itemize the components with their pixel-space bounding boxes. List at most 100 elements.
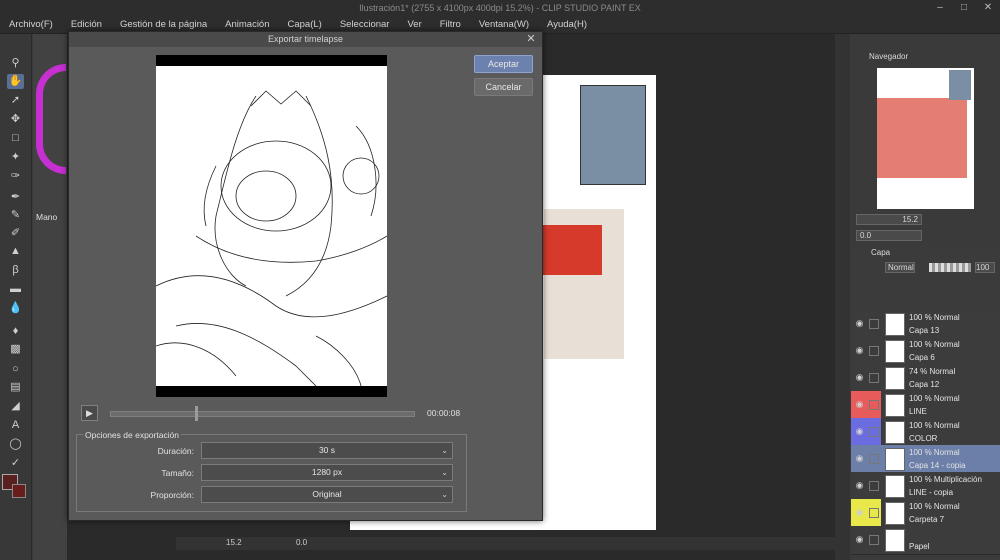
ratio-select[interactable]: Original ⌄ xyxy=(201,486,453,503)
airbrush-tool-icon[interactable]: ▲ xyxy=(7,244,24,259)
layer-lock-checkbox[interactable] xyxy=(869,535,879,545)
layer-row[interactable]: ◉ 100 % Normal Capa 6 xyxy=(851,337,1000,366)
layer-tab[interactable]: Capa xyxy=(871,248,901,258)
layer-row[interactable]: ◉ 100 % Normal Capa 13 xyxy=(851,310,1000,339)
layer-lock-checkbox[interactable] xyxy=(869,427,879,437)
frame-tool-icon[interactable]: ▤ xyxy=(7,380,24,395)
layer-lock-checkbox[interactable] xyxy=(869,508,879,518)
eye-icon[interactable]: ◉ xyxy=(854,534,865,545)
layer-lock-checkbox[interactable] xyxy=(869,400,879,410)
brush-tool-icon[interactable]: ✐ xyxy=(7,226,24,241)
chevron-down-icon: ⌄ xyxy=(441,468,448,477)
layer-thumbnail xyxy=(885,529,905,552)
maximize-icon[interactable]: □ xyxy=(952,0,976,16)
opacity-field[interactable]: 100 xyxy=(975,262,995,273)
layer-thumbnail xyxy=(885,421,905,444)
layer-row[interactable]: ◉ Papel xyxy=(851,526,1000,555)
tool-palette: ⚲ ✋ ➚ ✥ □ ✦ ✑ ✒ ✎ ✐ ▲ β ▬ 💧 ♦ ▩ ○ ▤ ◢ A … xyxy=(0,34,32,560)
cancel-button[interactable]: Cancelar xyxy=(474,78,533,96)
auto-select-tool-icon[interactable]: ✦ xyxy=(7,150,24,165)
eye-icon[interactable]: ◉ xyxy=(854,318,865,329)
status-zoom[interactable]: 15.2 xyxy=(226,538,242,547)
gradient-tool-icon[interactable]: ▩ xyxy=(7,342,24,357)
hand-tool-icon[interactable]: ✋ xyxy=(7,74,24,89)
layer-lock-checkbox[interactable] xyxy=(869,346,879,356)
dialog-close-icon[interactable]: ✕ xyxy=(524,32,538,47)
ratio-value: Original xyxy=(312,489,342,499)
opacity-slider[interactable] xyxy=(929,263,971,272)
timelapse-preview xyxy=(156,55,387,397)
blend-mode-select[interactable]: Normal xyxy=(885,262,915,273)
balloon-tool-icon[interactable]: ◯ xyxy=(7,437,24,452)
layer-mode: 100 % Normal xyxy=(909,394,960,403)
layer-name: Carpeta 7 xyxy=(909,515,945,524)
sub-color-swatch[interactable] xyxy=(12,484,26,498)
layer-lock-checkbox[interactable] xyxy=(869,373,879,383)
eye-icon[interactable]: ◉ xyxy=(854,507,865,518)
layer-row[interactable]: ◉ 74 % Normal Capa 12 xyxy=(851,364,1000,393)
layer-lock-checkbox[interactable] xyxy=(869,481,879,491)
eyedropper-tool-icon[interactable]: ✑ xyxy=(7,169,24,184)
close-window-icon[interactable]: ✕ xyxy=(976,0,1000,16)
canvas-status-bar: 15.2 0.0 xyxy=(176,537,836,550)
fill-tool-icon[interactable]: ♦ xyxy=(7,324,24,339)
move-tool-icon[interactable]: ✥ xyxy=(7,112,24,127)
color-wheel[interactable] xyxy=(36,64,66,174)
layer-name: Capa 13 xyxy=(909,326,940,335)
layer-row[interactable]: ◉ 100 % Multiplicación LINE - copia xyxy=(851,472,1000,501)
eye-icon[interactable]: ◉ xyxy=(854,453,865,464)
status-angle[interactable]: 0.0 xyxy=(296,538,307,547)
eraser-tool-icon[interactable]: ▬ xyxy=(7,282,24,297)
menu-capa[interactable]: Capa(L) xyxy=(279,19,331,30)
panel-divider[interactable] xyxy=(835,34,850,560)
layer-lock-checkbox[interactable] xyxy=(869,454,879,464)
menu-gestion-pagina[interactable]: Gestión de la página xyxy=(111,19,216,30)
menu-ventana[interactable]: Ventana(W) xyxy=(470,19,538,30)
menu-animacion[interactable]: Animación xyxy=(216,19,278,30)
duration-select[interactable]: 30 s ⌄ xyxy=(201,442,453,459)
layer-row[interactable]: ◉ 100 % Normal Capa 14 - copia xyxy=(851,445,1000,474)
ok-button[interactable]: Aceptar xyxy=(474,55,533,73)
blend-tool-icon[interactable]: 💧 xyxy=(7,301,24,316)
eye-icon[interactable]: ◉ xyxy=(854,480,865,491)
chevron-down-icon: ⌄ xyxy=(441,446,448,455)
correct-line-tool-icon[interactable]: ✓ xyxy=(7,456,24,471)
artwork-red-cloth xyxy=(542,225,602,275)
layer-lock-checkbox[interactable] xyxy=(869,319,879,329)
playback-slider[interactable] xyxy=(110,411,415,417)
navigator-preview[interactable] xyxy=(877,68,974,209)
reference-image xyxy=(580,85,646,185)
eye-icon[interactable]: ◉ xyxy=(854,399,865,410)
menu-ayuda[interactable]: Ayuda(H) xyxy=(538,19,596,30)
ruler-tool-icon[interactable]: ◢ xyxy=(7,399,24,414)
play-button[interactable]: ▶ xyxy=(81,405,98,421)
layer-name: COLOR xyxy=(909,434,938,443)
menu-ver[interactable]: Ver xyxy=(398,19,430,30)
layer-row[interactable]: ◉ 100 % Normal COLOR xyxy=(851,418,1000,447)
text-tool-icon[interactable]: A xyxy=(7,418,24,433)
selection-tool-icon[interactable]: □ xyxy=(7,131,24,146)
navigator-angle-field[interactable]: 0.0 xyxy=(856,230,922,241)
menu-archivo[interactable]: Archivo(F) xyxy=(0,19,62,30)
zoom-tool-icon[interactable]: ⚲ xyxy=(7,56,24,71)
playback-slider-knob[interactable] xyxy=(195,406,199,421)
pen-tool-icon[interactable]: ✒ xyxy=(7,190,24,205)
menu-seleccionar[interactable]: Seleccionar xyxy=(331,19,399,30)
size-select[interactable]: 1280 px ⌄ xyxy=(201,464,453,481)
minimize-icon[interactable]: – xyxy=(928,0,952,16)
layer-row[interactable]: ◉ 100 % Normal Carpeta 7 xyxy=(851,499,1000,528)
decoration-tool-icon[interactable]: β xyxy=(7,263,24,278)
menu-edicion[interactable]: Edición xyxy=(62,19,111,30)
figure-tool-icon[interactable]: ○ xyxy=(7,362,24,377)
eye-icon[interactable]: ◉ xyxy=(854,426,865,437)
menu-filtro[interactable]: Filtro xyxy=(431,19,470,30)
navigator-zoom-field[interactable]: 15.2 xyxy=(856,214,922,225)
eye-icon[interactable]: ◉ xyxy=(854,345,865,356)
playback-time: 00:00:08 xyxy=(427,408,461,418)
export-options-title: Opciones de exportación xyxy=(83,430,182,440)
eye-icon[interactable]: ◉ xyxy=(854,372,865,383)
operation-tool-icon[interactable]: ➚ xyxy=(7,93,24,108)
pencil-tool-icon[interactable]: ✎ xyxy=(7,208,24,223)
layer-mode: 100 % Normal xyxy=(909,502,960,511)
layer-row[interactable]: ◉ 100 % Normal LINE xyxy=(851,391,1000,420)
